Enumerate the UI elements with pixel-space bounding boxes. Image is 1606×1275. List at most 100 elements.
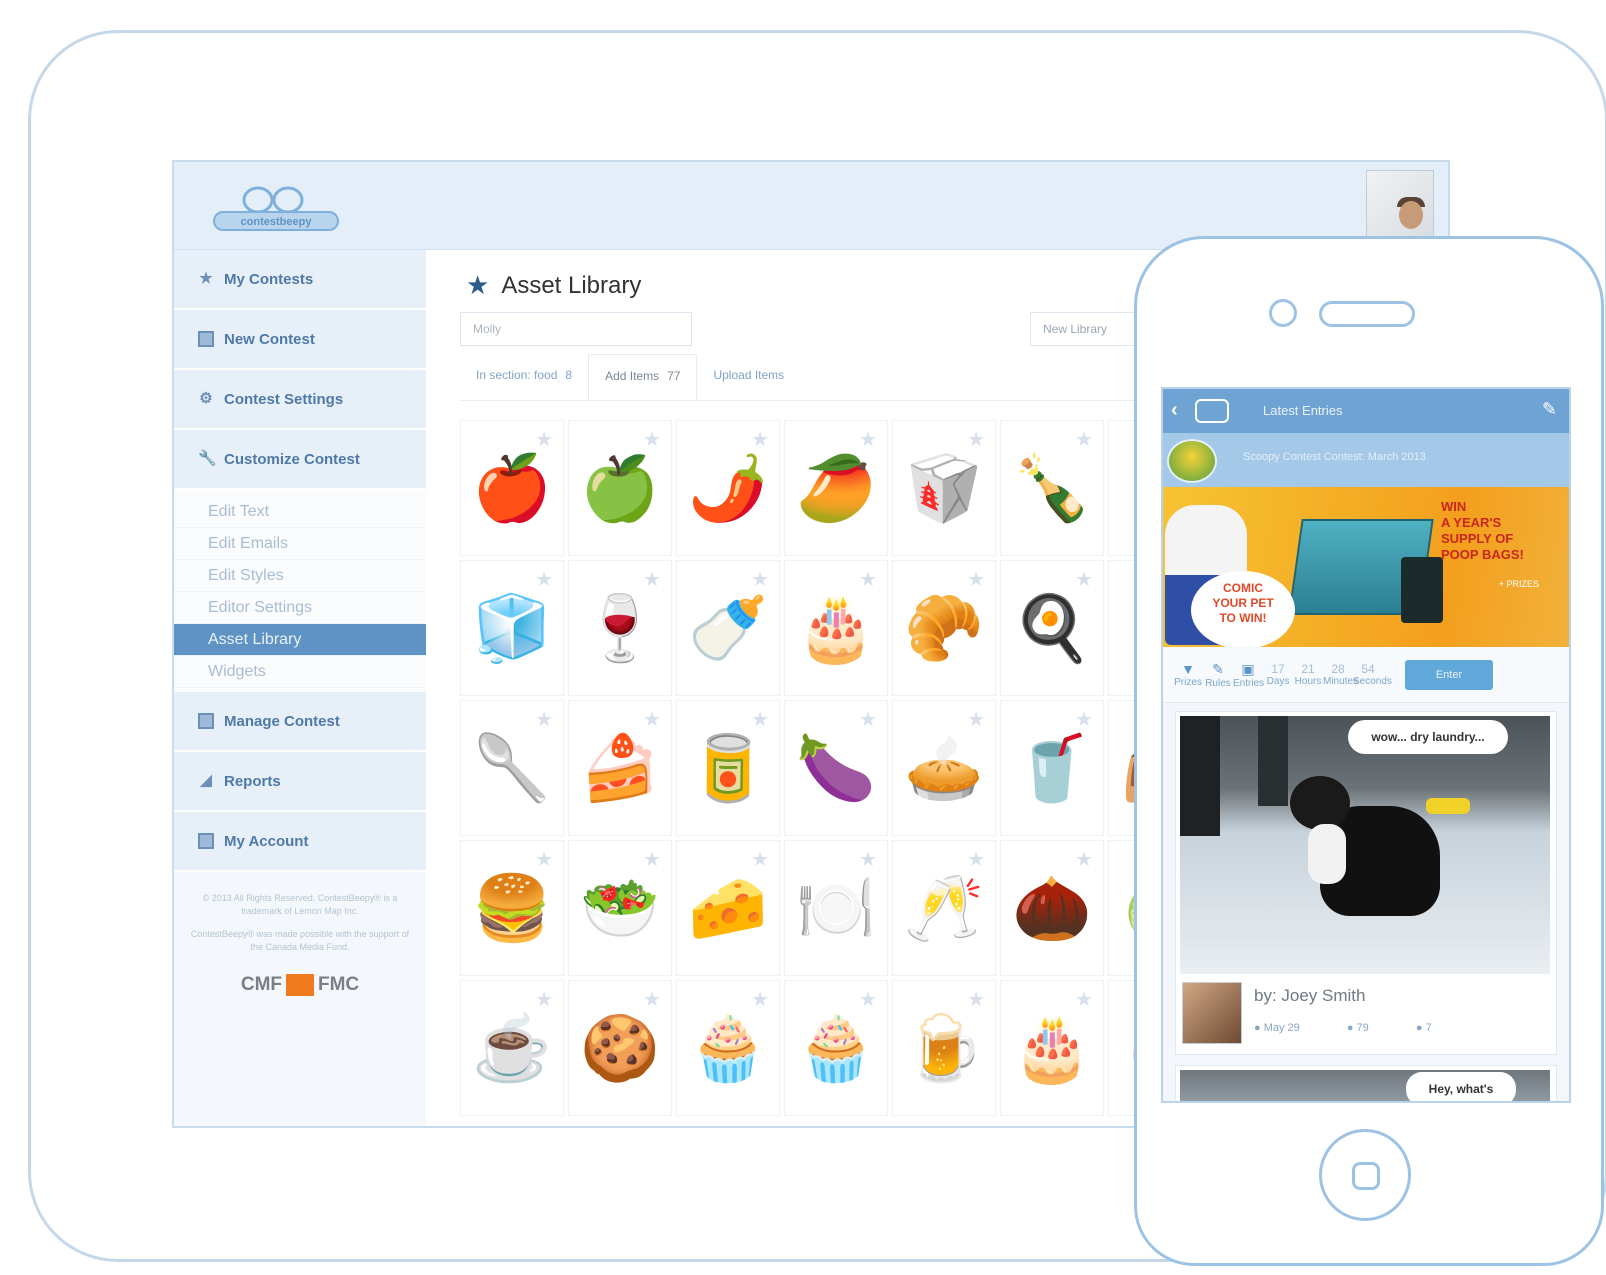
asset-tile[interactable]: 🍺 ★ <box>892 980 996 1116</box>
asset-tile[interactable]: 🎂 ★ <box>784 560 888 696</box>
asset-tile[interactable]: 🥭 ★ <box>784 420 888 556</box>
entry-card[interactable]: Hey, what's <box>1175 1065 1557 1101</box>
asset-tile[interactable]: 🍳 ★ <box>1000 560 1104 696</box>
sidebar-subitem-widgets[interactable]: Widgets <box>174 656 426 688</box>
favorite-star-icon[interactable]: ★ <box>967 987 985 1012</box>
favorite-star-icon[interactable]: ★ <box>535 847 553 872</box>
sidebar-item-new-contest[interactable]: New Contest <box>174 310 426 370</box>
asset-tile[interactable]: 🥐 ★ <box>892 560 996 696</box>
phone-header-title[interactable]: Latest Entries <box>1263 403 1343 418</box>
asset-tile[interactable]: 🍽️ ★ <box>784 840 888 976</box>
favorite-star-icon[interactable]: ★ <box>859 847 877 872</box>
entry-photo[interactable]: wow... dry laundry... <box>1180 716 1550 974</box>
asset-tile[interactable]: 🥤 ★ <box>1000 700 1104 836</box>
asset-tile[interactable]: 🍏 ★ <box>568 420 672 556</box>
sidebar-subitem-edit-text[interactable]: Edit Text <box>174 496 426 528</box>
favorite-star-icon[interactable]: ★ <box>859 567 877 592</box>
asset-tile[interactable]: 🥗 ★ <box>568 840 672 976</box>
stat-entries[interactable]: ▣ Entries <box>1233 661 1265 689</box>
favorite-star-icon[interactable]: ★ <box>535 427 553 452</box>
asset-tile[interactable]: 🍪 ★ <box>568 980 672 1116</box>
asset-tile[interactable]: 🍆 ★ <box>784 700 888 836</box>
sidebar-item-label: New Contest <box>224 330 315 348</box>
favorite-star-icon[interactable]: ★ <box>751 567 769 592</box>
tab-upload-items[interactable]: Upload Items <box>697 354 800 400</box>
asset-tile[interactable]: 🎂 ★ <box>1000 980 1104 1116</box>
asset-tile[interactable]: 🥧 ★ <box>892 700 996 836</box>
favorite-star-icon[interactable]: ★ <box>535 567 553 592</box>
favorite-star-icon[interactable]: ★ <box>967 427 985 452</box>
tv-icon[interactable] <box>1195 399 1229 423</box>
sidebar-item-manage-contest[interactable]: Manage Contest <box>174 692 426 752</box>
sidebar-subitem-edit-emails[interactable]: Edit Emails <box>174 528 426 560</box>
sidebar-item-reports[interactable]: ◢ Reports <box>174 752 426 812</box>
favorite-star-icon[interactable]: ★ <box>1075 567 1093 592</box>
favorite-star-icon[interactable]: ★ <box>1075 847 1093 872</box>
favorite-star-icon[interactable]: ★ <box>751 987 769 1012</box>
stat-prizes[interactable]: ▼ Prizes <box>1173 661 1203 688</box>
asset-tile[interactable]: ☕ ★ <box>460 980 564 1116</box>
favorite-star-icon[interactable]: ★ <box>643 707 661 732</box>
favorite-star-icon[interactable]: ★ <box>643 987 661 1012</box>
asset-tile[interactable]: 🍎 ★ <box>460 420 564 556</box>
logo[interactable]: contestbeepy <box>210 184 342 234</box>
sidebar-subitem-edit-styles[interactable]: Edit Styles <box>174 560 426 592</box>
stat-value: 17 <box>1271 662 1285 676</box>
pencil-icon[interactable]: ✎ <box>1542 399 1557 420</box>
favorite-star-icon[interactable]: ★ <box>643 427 661 452</box>
tab-in-section-food[interactable]: In section: food 8 <box>460 354 588 400</box>
favorite-star-icon[interactable]: ★ <box>859 707 877 732</box>
asset-tile[interactable]: 🍼 ★ <box>676 560 780 696</box>
asset-tile[interactable]: 🧁 ★ <box>784 980 888 1116</box>
asset-tile[interactable]: 🍷 ★ <box>568 560 672 696</box>
tab-add-items[interactable]: Add Items 77 <box>588 354 698 400</box>
asset-tile[interactable]: 🧁 ★ <box>676 980 780 1116</box>
favorite-star-icon[interactable]: ★ <box>751 427 769 452</box>
favorite-star-icon[interactable]: ★ <box>535 707 553 732</box>
favorite-star-icon[interactable]: ★ <box>751 847 769 872</box>
home-button[interactable] <box>1319 1129 1411 1221</box>
sidebar-item-my-account[interactable]: My Account <box>174 812 426 872</box>
asset-tile[interactable]: 🧀 ★ <box>676 840 780 976</box>
asset-tile[interactable]: 🥂 ★ <box>892 840 996 976</box>
back-arrow-icon[interactable]: ‹ <box>1171 399 1178 422</box>
asset-tile[interactable]: 🌰 ★ <box>1000 840 1104 976</box>
sidebar-item-contest-settings[interactable]: ⚙ Contest Settings <box>174 370 426 430</box>
user-avatar[interactable] <box>1366 170 1434 240</box>
author-avatar[interactable] <box>1182 982 1242 1044</box>
sidebar-subitem-editor-settings[interactable]: Editor Settings <box>174 592 426 624</box>
asset-tile[interactable]: 🥄 ★ <box>460 700 564 836</box>
favorite-star-icon[interactable]: ★ <box>967 847 985 872</box>
entry-card[interactable]: wow... dry laundry... by: Joey Smith ● M… <box>1175 711 1557 1055</box>
asset-tile[interactable]: 🍔 ★ <box>460 840 564 976</box>
favorite-star-icon[interactable]: ★ <box>967 707 985 732</box>
favorite-star-icon[interactable]: ★ <box>643 847 661 872</box>
asset-tile[interactable]: 🍾 ★ <box>1000 420 1104 556</box>
asset-image: 🧁 <box>796 1012 876 1084</box>
favorite-star-icon[interactable]: ★ <box>967 567 985 592</box>
stat-label: Entries <box>1233 677 1265 689</box>
asset-tile[interactable]: 🥡 ★ <box>892 420 996 556</box>
enter-button[interactable]: Enter <box>1405 659 1493 690</box>
stat-rules[interactable]: ✎ Rules <box>1203 661 1233 689</box>
favorite-star-icon[interactable]: ★ <box>643 567 661 592</box>
favorite-star-icon[interactable]: ★ <box>1075 987 1093 1012</box>
sidebar-item-my-contests[interactable]: ★ My Contests <box>174 250 426 310</box>
favorite-star-icon[interactable]: ★ <box>859 987 877 1012</box>
sidebar-item-customize-contest[interactable]: 🔧 Customize Contest <box>174 430 426 490</box>
favorite-star-icon[interactable]: ★ <box>1075 427 1093 452</box>
asset-tile[interactable]: 🧊 ★ <box>460 560 564 696</box>
asset-tile[interactable]: 🍰 ★ <box>568 700 672 836</box>
favorite-star-icon[interactable]: ★ <box>859 427 877 452</box>
promo-image[interactable]: COMIC YOUR PET TO WIN! WIN A YEAR'S SUPP… <box>1163 487 1569 647</box>
asset-tile[interactable]: 🥫 ★ <box>676 700 780 836</box>
asset-tile[interactable]: 🌶️ ★ <box>676 420 780 556</box>
new-library-select[interactable]: New Library <box>1030 312 1140 346</box>
favorite-star-icon[interactable]: ★ <box>751 707 769 732</box>
entry-byline[interactable]: by: Joey Smith <box>1254 986 1366 1006</box>
favorite-star-icon[interactable]: ★ <box>535 987 553 1012</box>
library-search-input[interactable] <box>460 312 692 346</box>
favorite-star-icon[interactable]: ★ <box>1075 707 1093 732</box>
entry-likes[interactable]: ● 7 <box>1416 1022 1454 1034</box>
sidebar-subitem-asset-library[interactable]: Asset Library <box>174 624 426 656</box>
